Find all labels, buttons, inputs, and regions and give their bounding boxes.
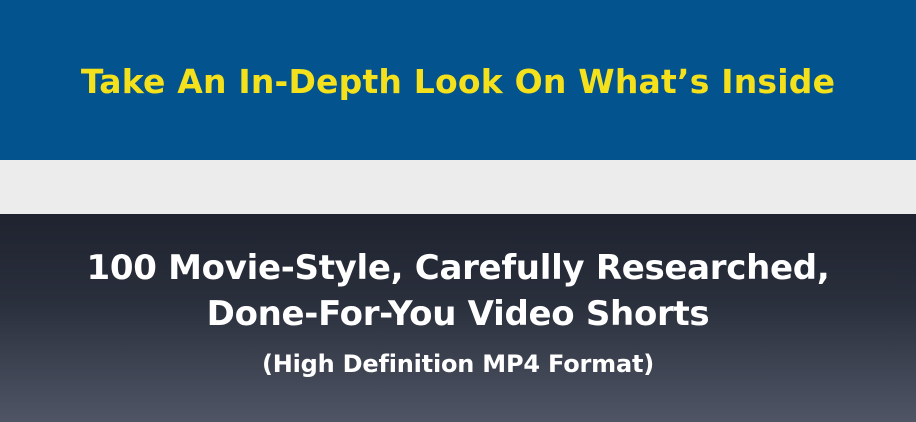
video-shorts-heading: 100 Movie-Style, Carefully Researched, D… bbox=[0, 214, 916, 337]
video-shorts-feature-section: 100 Movie-Style, Carefully Researched, D… bbox=[0, 214, 916, 422]
section-divider-band bbox=[0, 160, 916, 214]
video-shorts-heading-line-1: 100 Movie-Style, Carefully Researched, bbox=[86, 248, 830, 288]
inside-look-banner: Take An In-Depth Look On What’s Inside bbox=[0, 0, 916, 160]
inside-look-heading: Take An In-Depth Look On What’s Inside bbox=[80, 61, 836, 101]
sales-page: Take An In-Depth Look On What’s Inside 1… bbox=[0, 0, 916, 422]
video-shorts-heading-line-2: Done-For-You Video Shorts bbox=[206, 294, 710, 334]
mp4-format-subtitle: (High Definition MP4 Format) bbox=[261, 350, 655, 378]
